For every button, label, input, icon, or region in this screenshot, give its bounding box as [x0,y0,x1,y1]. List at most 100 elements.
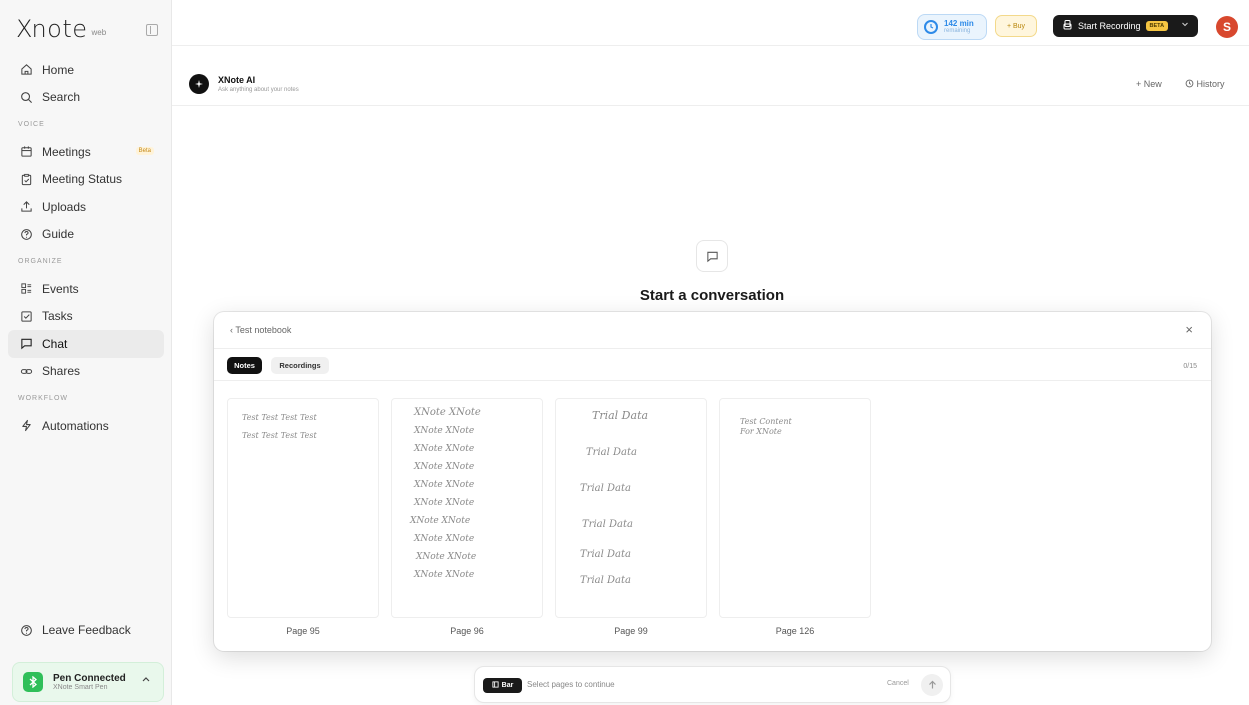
sidebar-collapse-icon[interactable] [146,24,158,36]
modal-tabs: Notes Recordings 0/15 [214,349,1211,381]
link-icon [18,363,34,379]
microphone-icon [1063,20,1072,32]
section-label-organize: ORGANIZE [18,258,63,265]
beta-badge: Beta [135,147,154,155]
clipboard-icon [18,171,34,187]
feedback-icon [18,622,34,638]
start-recording-button[interactable]: Start Recording BETA [1053,15,1198,37]
logo-mark: X [16,15,32,43]
empty-state-title: Start a conversation [639,287,785,304]
search-icon [18,89,34,105]
sidebar-item-guide[interactable]: Guide [8,221,164,249]
avatar[interactable]: S [1216,16,1238,38]
sidebar-item-search[interactable]: Search [8,84,164,112]
page-card: Trial Data Trial Data Trial Data Trial D… [555,398,707,618]
new-chat-label: New [1143,79,1162,89]
bar-chip[interactable]: Bar [483,678,522,693]
sidebar-item-label: Shares [42,364,81,379]
feedback-label: Leave Feedback [42,623,131,637]
start-recording-label: Start Recording [1078,21,1141,31]
sidebar-item-label: Automations [42,418,109,433]
sidebar-item-label: Events [42,281,79,296]
sidebar-item-label: Tasks [42,309,73,324]
page-label: Page 126 [775,626,815,636]
tab-notes[interactable]: Notes [227,357,262,374]
sidebar-item-automations[interactable]: Automations [8,412,164,440]
chat-title: XNote AI [218,75,256,85]
handwriting-line: For XNote [740,427,782,436]
back-button[interactable]: ‹ Test notebook [230,325,291,335]
sidebar-item-meeting-status[interactable]: Meeting Status [8,166,164,194]
history-label: History [1196,79,1225,89]
sidebar-item-chat[interactable]: Chat [8,330,164,358]
sidebar-item-label: Search [42,90,81,105]
pen-status-card[interactable]: Pen Connected XNote Smart Pen [12,662,164,702]
leave-feedback-button[interactable]: Leave Feedback [18,622,131,638]
handwriting-line: Trial Data [582,519,633,530]
sidebar: X note web Home Search VOICE Meetings Be… [0,0,172,705]
modal-header: ‹ Test notebook × [214,312,1211,349]
chevron-up-icon[interactable] [141,675,151,686]
minutes-remaining-pill[interactable]: 142 min remaining [917,14,987,40]
send-button[interactable] [921,674,943,696]
page-card: Test Test Test Test Test Test Test Test [227,398,379,618]
chat-subtitle: Ask anything about your notes [218,87,299,93]
chat-input-bar[interactable]: Bar Select pages to continue Cancel [474,666,951,703]
minutes-sub: remaining [944,28,971,34]
timer-icon [924,20,938,34]
top-bar: 142 min remaining + Buy Start Recording … [172,0,1249,46]
sidebar-item-meetings[interactable]: Meetings Beta [8,138,164,166]
handwriting-line: XNote XNote [414,570,475,580]
pen-status-title: Pen Connected [53,672,126,684]
page-grid: Test Test Test Test Test Test Test Test … [227,398,887,638]
page-thumbnail[interactable]: XNote XNote XNote XNote XNote XNote XNot… [391,398,543,636]
home-icon [18,62,34,78]
sidebar-item-events[interactable]: Events [8,275,164,303]
tab-recordings[interactable]: Recordings [271,357,329,374]
handwriting-line: XNote XNote [414,462,475,472]
sidebar-item-tasks[interactable]: Tasks [8,303,164,331]
bar-icon [492,681,499,690]
app-logo[interactable]: X note web [16,14,164,44]
logo-text: note [31,15,88,43]
chat-header: XNote AI Ask anything about your notes +… [172,58,1249,106]
page-card: Test Content For XNote [719,398,871,618]
handwriting-line: XNote XNote [414,498,475,508]
sidebar-item-uploads[interactable]: Uploads [8,193,164,221]
logo-sub: web [91,27,107,37]
bar-chip-label: Bar [501,682,514,689]
page-card: XNote XNote XNote XNote XNote XNote XNot… [391,398,543,618]
page-label: Page 99 [614,626,648,636]
chevron-down-icon[interactable] [1181,20,1189,30]
page-thumbnail[interactable]: Trial Data Trial Data Trial Data Trial D… [555,398,707,636]
sidebar-item-label: Guide [42,227,75,242]
page-label: Page 96 [450,626,484,636]
page-thumbnail[interactable]: Test Test Test Test Test Test Test Test … [227,398,379,636]
page-thumbnail[interactable]: Test Content For XNote Page 126 [719,398,871,636]
sidebar-item-home[interactable]: Home [8,56,164,84]
history-button[interactable]: History [1185,79,1225,89]
sidebar-item-label: Home [42,62,75,77]
calendar-icon [18,144,34,160]
buy-button[interactable]: + Buy [995,15,1037,37]
section-label-voice: VOICE [18,121,45,128]
sidebar-item-label: Uploads [42,199,87,214]
pen-icon [23,672,43,692]
help-icon [18,226,34,242]
handwriting-line: XNote XNote [414,426,475,436]
new-chat-button[interactable]: + New [1136,79,1162,89]
selection-count: 0/15 [1183,363,1197,370]
cancel-button[interactable]: Cancel [887,680,909,687]
handwriting-line: XNote XNote [410,516,471,526]
minutes-text: 142 min remaining [944,20,974,35]
plus-icon: + [1136,79,1144,89]
pen-text: Pen Connected XNote Smart Pen [53,673,126,692]
chat-icon [18,336,34,352]
upload-icon [18,199,34,215]
sidebar-item-shares[interactable]: Shares [8,358,164,386]
chat-bubble-icon [696,240,728,272]
chat-input-placeholder[interactable]: Select pages to continue [527,680,615,689]
tasks-icon [18,308,34,324]
close-icon[interactable]: × [1185,322,1193,337]
pen-device-name: XNote Smart Pen [53,683,108,691]
